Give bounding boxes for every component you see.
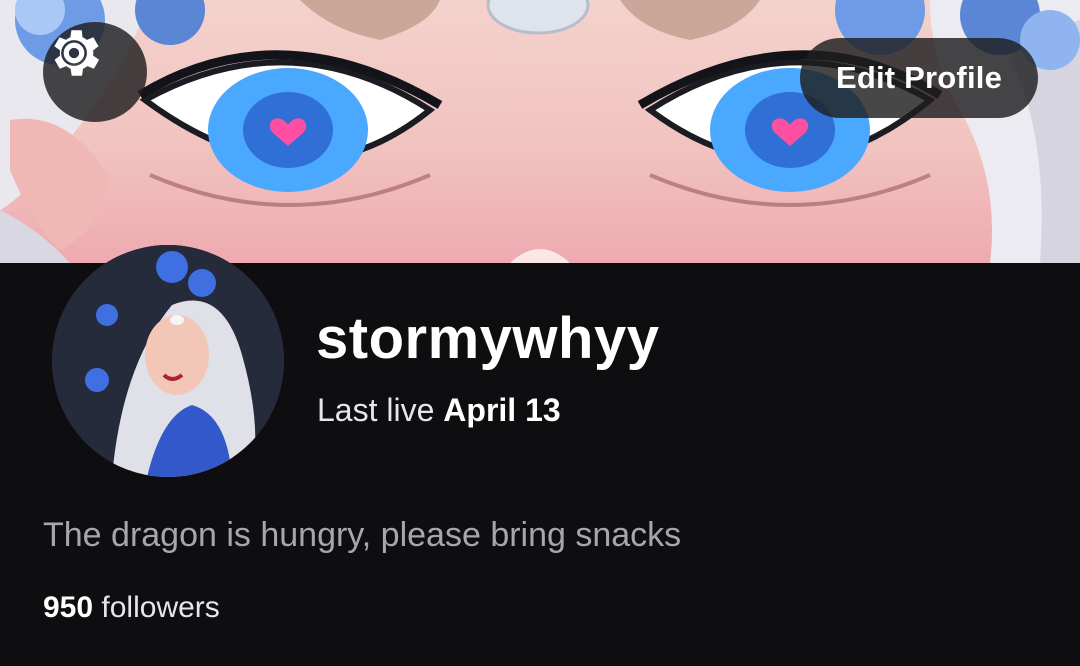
profile-bio: The dragon is hungry, please bring snack…	[43, 516, 682, 554]
last-live-date: April 13	[443, 392, 561, 428]
avatar[interactable]	[52, 245, 284, 477]
followers-count[interactable]: 950 followers	[43, 591, 220, 625]
settings-button[interactable]	[43, 22, 147, 122]
profile-banner: Edit Profile	[0, 0, 1080, 263]
followers-number: 950	[43, 591, 94, 624]
username: stormywhyy	[316, 306, 660, 371]
last-live-prefix: Last live	[317, 392, 435, 428]
followers-label: followers	[101, 591, 220, 624]
avatar-image	[52, 245, 284, 477]
last-live-status: Last live April 13	[317, 392, 561, 429]
gear-icon	[54, 30, 100, 76]
edit-profile-button[interactable]: Edit Profile	[800, 38, 1038, 118]
